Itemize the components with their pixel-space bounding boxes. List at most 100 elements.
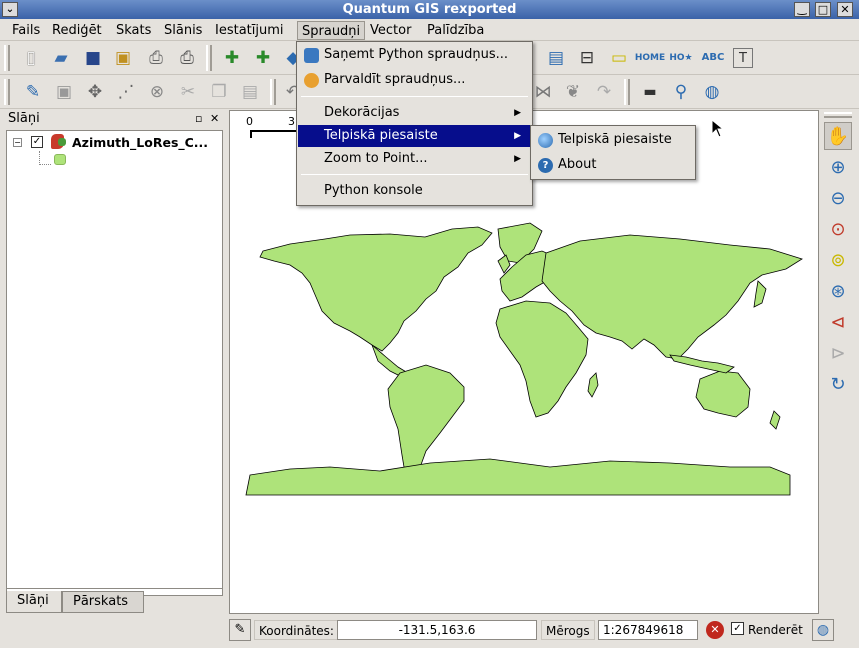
menu-spraudni[interactable]: Spraudņi — [297, 21, 366, 40]
toolbar-grip-4[interactable] — [270, 79, 276, 105]
text-annotation-icon[interactable]: T — [733, 48, 753, 68]
brain-icon[interactable]: ❦ — [560, 79, 586, 105]
new-project-icon[interactable]: ▯ — [18, 45, 44, 71]
edit-pencil-icon[interactable]: ✎ — [20, 79, 46, 105]
zoom-full-icon[interactable]: ⊙ — [824, 215, 852, 243]
submenu-item-georeferencer[interactable]: Telpiskā piesaiste — [532, 129, 694, 151]
menu-item-python-console[interactable]: Python konsole — [298, 180, 531, 202]
menu-item-get-python-plugins[interactable]: Saņemt Python spraudņus... — [298, 44, 531, 66]
spell-check-icon[interactable]: ABC — [700, 45, 726, 71]
indonesia-landmass — [669, 354, 735, 374]
zoom-in-icon[interactable]: ⊕ — [824, 153, 852, 181]
submenu-arrow-icon: ▶ — [514, 108, 521, 118]
window-menu-button[interactable]: ⌄ — [2, 2, 18, 17]
australia-landmass — [695, 370, 751, 418]
zoom-layer-icon[interactable]: ⊛ — [824, 277, 852, 305]
menu-item-label: Python konsole — [324, 183, 423, 198]
tab-layers[interactable]: Slāņi — [6, 591, 62, 613]
minimize-button[interactable]: ‿ — [794, 2, 810, 17]
copy-icon[interactable]: ❐ — [206, 79, 232, 105]
menu-separator — [301, 174, 528, 175]
add-vector-layer-icon[interactable]: ✚ — [219, 45, 245, 71]
home-icon[interactable]: HOME — [635, 45, 665, 71]
layer-visibility-checkbox[interactable]: ✓ — [31, 136, 43, 148]
globe-icon[interactable]: ◍ — [699, 79, 725, 105]
menu-skats[interactable]: Skats — [112, 21, 155, 40]
coordinate-toggle-icon[interactable]: ✎ — [229, 619, 251, 641]
delete-feature-icon[interactable]: ⊗ — [144, 79, 170, 105]
coordinates-field[interactable]: -131.5,163.6 — [337, 620, 537, 640]
identify-icon[interactable]: ⚲ — [668, 79, 694, 105]
toolbar-grip-2[interactable] — [206, 45, 212, 71]
menu-vector[interactable]: Vector — [366, 21, 415, 40]
stop-render-icon[interactable]: ✕ — [706, 621, 724, 639]
new-bookmark-icon[interactable]: HO★ — [668, 45, 694, 71]
print-composer-icon[interactable]: ⎙ — [143, 45, 169, 71]
network-icon[interactable]: ⋈ — [530, 79, 556, 105]
menu-fails[interactable]: Fails — [8, 21, 44, 40]
zoom-out-icon[interactable]: ⊖ — [824, 184, 852, 212]
toolbar-grip[interactable] — [4, 45, 10, 71]
new-zealand-landmass — [769, 410, 781, 430]
projection-icon[interactable]: ◍ — [812, 619, 834, 641]
menu-item-manage-plugins[interactable]: Parvaldīt spraudņus... — [298, 69, 531, 91]
zoom-last-icon[interactable]: ⊲ — [824, 308, 852, 336]
save-project-icon[interactable]: ■ — [80, 45, 106, 71]
mouse-cursor-icon — [711, 119, 725, 138]
open-project-icon[interactable]: ▰ — [48, 45, 74, 71]
map-tips-icon[interactable]: ▭ — [606, 45, 632, 71]
submenu-arrow-icon: ▶ — [514, 154, 521, 164]
menu-iestatijumi[interactable]: Iestatījumi — [211, 21, 288, 40]
print-icon[interactable]: ⎙ — [174, 45, 200, 71]
menu-item-label: Dekorācijas — [324, 105, 400, 120]
menu-item-decorations[interactable]: Dekorācijas ▶ — [298, 102, 531, 124]
measure-icon[interactable]: ⊟ — [574, 45, 600, 71]
python-icon — [304, 48, 319, 63]
menu-item-label: Zoom to Point... — [324, 151, 428, 166]
title-bar: ⌄ Quantum GIS rexported ‿ □ ✕ — [0, 0, 859, 19]
layer-tree: − ✓ Azimuth_LoRes_C... — [6, 130, 223, 596]
menu-item-zoom-to-point[interactable]: Zoom to Point... ▶ — [298, 148, 531, 170]
collapse-toggle-icon[interactable]: − — [13, 138, 22, 147]
manage-plugins-icon — [304, 73, 319, 88]
menu-rediget[interactable]: Rediģēt — [48, 21, 106, 40]
tab-overview[interactable]: Pārskats — [62, 591, 144, 613]
africa-landmass — [495, 300, 589, 418]
float-panel-icon[interactable]: ▫ — [195, 110, 202, 128]
move-feature-icon[interactable]: ✥ — [82, 79, 108, 105]
add-raster-layer-icon[interactable]: ✚ — [250, 45, 276, 71]
layer-name[interactable]: Azimuth_LoRes_C... — [72, 135, 208, 150]
menu-slanis[interactable]: Slānis — [160, 21, 206, 40]
menu-palidziba[interactable]: Palīdzība — [423, 21, 488, 40]
render-checkbox[interactable]: ✓ — [731, 622, 744, 635]
submenu-arrow-icon: ▶ — [514, 131, 521, 141]
maximize-button[interactable]: □ — [815, 2, 831, 17]
refresh-icon[interactable]: ↻ — [824, 370, 852, 398]
scale-bar-icon[interactable]: ▬ — [637, 79, 663, 105]
render-label: Renderēt — [748, 623, 803, 637]
attribute-table-icon[interactable]: ▤ — [543, 45, 569, 71]
save-as-icon[interactable]: ▣ — [110, 45, 136, 71]
close-panel-icon[interactable]: ✕ — [210, 110, 219, 128]
about-icon: ? — [538, 158, 553, 173]
menu-item-georeferencer[interactable]: Telpiskā piesaiste ▶ — [298, 125, 531, 147]
toolbar-grip-3[interactable] — [4, 79, 10, 105]
node-tool-icon[interactable]: ⋰ — [113, 79, 139, 105]
layer-symbol-icon — [49, 133, 66, 150]
japan-landmass — [753, 280, 767, 308]
submenu-item-about[interactable]: ? About — [532, 154, 694, 176]
layers-panel: Slāņi ▫ ✕ − ✓ Azimuth_LoRes_C... Slāņi P… — [3, 110, 225, 616]
save-edits-icon[interactable]: ▣ — [51, 79, 77, 105]
north-america-landmass — [259, 226, 493, 352]
redo-icon[interactable]: ↷ — [591, 79, 617, 105]
cut-icon[interactable]: ✂ — [175, 79, 201, 105]
toolbar-grip-6[interactable] — [824, 112, 852, 118]
paste-icon[interactable]: ▤ — [237, 79, 263, 105]
coordinates-label: Koordinātes: — [254, 620, 339, 640]
toolbar-grip-5[interactable] — [624, 79, 630, 105]
pan-hand-icon[interactable]: ✋ — [824, 122, 852, 150]
zoom-selection-icon[interactable]: ⊚ — [824, 246, 852, 274]
close-button[interactable]: ✕ — [837, 2, 853, 17]
scale-field[interactable]: 1:267849618 — [598, 620, 698, 640]
zoom-next-icon[interactable]: ⊳ — [824, 339, 852, 367]
